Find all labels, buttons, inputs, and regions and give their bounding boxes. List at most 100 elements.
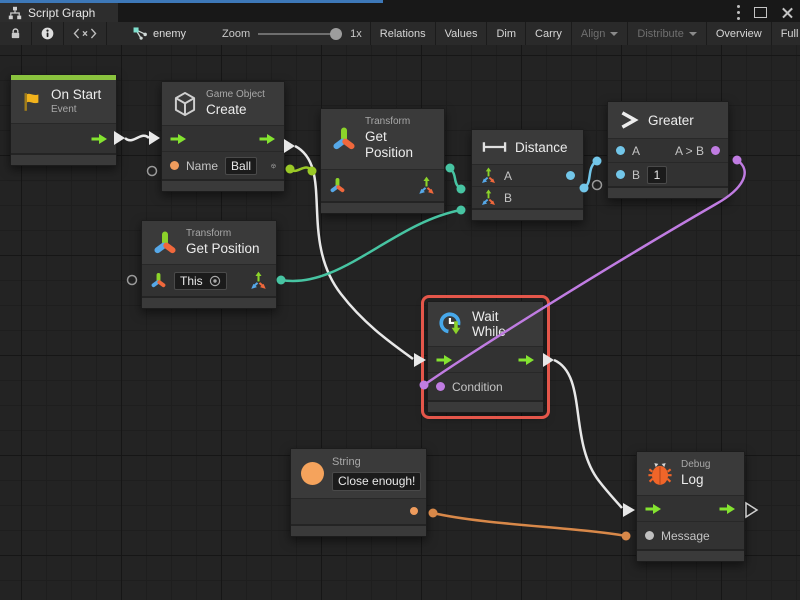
- greater-icon: [618, 109, 640, 131]
- node-greater[interactable]: Greater A A > B B 1: [607, 101, 729, 199]
- transform-icon: [152, 230, 178, 256]
- node-footer: [11, 153, 116, 165]
- transform-input-port-icon[interactable]: [329, 177, 346, 194]
- window-menu-icon[interactable]: [737, 11, 740, 14]
- wire-waitwhile-to-log[interactable]: [543, 353, 635, 517]
- maximize-icon[interactable]: [754, 7, 767, 18]
- unconnected-ring-greater-b: [593, 181, 602, 190]
- float-input-port[interactable]: [616, 146, 625, 155]
- zoom-slider[interactable]: [258, 33, 342, 35]
- zoom-control: Zoom 1x: [214, 22, 370, 45]
- float-input-port[interactable]: [616, 170, 625, 179]
- node-string[interactable]: String Close enough!: [290, 448, 427, 537]
- flow-out-port[interactable]: [719, 503, 736, 515]
- wire-getpositiontop-to-distance-a[interactable]: [446, 164, 466, 194]
- output-port-row: [291, 498, 426, 524]
- string-input-port[interactable]: [170, 161, 179, 170]
- node-header: Transform Get Position: [321, 109, 444, 169]
- b-value-field[interactable]: 1: [647, 166, 667, 184]
- tab-bar: Script Graph: [0, 0, 800, 22]
- flow-port-row: [637, 495, 744, 521]
- carry-button[interactable]: Carry: [526, 22, 572, 45]
- node-on-start[interactable]: On Start Event: [10, 74, 117, 166]
- string-value-field[interactable]: Close enough!: [332, 472, 421, 491]
- flow-port-row: [428, 346, 543, 372]
- code-preview-button[interactable]: [64, 22, 107, 45]
- float-output-port[interactable]: [566, 171, 575, 180]
- fullscreen-button[interactable]: Full Screen: [772, 22, 800, 45]
- distance-icon: [482, 140, 507, 154]
- script-graph-window: Script Graph enemy Zoom 1x: [0, 0, 800, 600]
- flow-out-port[interactable]: [518, 354, 535, 366]
- tab-script-graph[interactable]: Script Graph: [0, 3, 118, 22]
- vector3-output-port-icon[interactable]: [417, 176, 436, 195]
- code-icon: [73, 28, 97, 39]
- node-create[interactable]: Game Object Create Name Ball: [161, 81, 285, 192]
- node-footer: [291, 524, 426, 536]
- inspect-button[interactable]: [32, 22, 64, 45]
- target-field[interactable]: This: [174, 272, 227, 290]
- dim-button[interactable]: Dim: [487, 22, 526, 45]
- graph-breadcrumb[interactable]: enemy: [123, 22, 196, 45]
- node-wait-while[interactable]: Wait While Condition: [427, 301, 544, 413]
- node-log[interactable]: Debug Log Message: [636, 451, 745, 562]
- node-header: Distance: [472, 130, 583, 164]
- flow-in-port[interactable]: [645, 503, 662, 515]
- flow-out-port[interactable]: [259, 133, 276, 145]
- wire-onstart-to-create[interactable]: [114, 131, 160, 145]
- bool-output-port[interactable]: [711, 146, 720, 155]
- gameobject-output-port-icon[interactable]: [271, 158, 276, 174]
- node-category: Debug: [681, 459, 710, 472]
- flow-in-port[interactable]: [436, 354, 453, 366]
- vector3-input-port-icon[interactable]: [480, 189, 497, 206]
- unconnected-ring-getposition-target: [128, 276, 137, 285]
- node-header: On Start Event: [11, 80, 116, 123]
- name-value-field[interactable]: Ball: [225, 157, 257, 175]
- port-label: Condition: [452, 380, 503, 394]
- flow-in-port[interactable]: [170, 133, 187, 145]
- node-footer: [608, 186, 728, 198]
- chevron-down-icon: [610, 32, 618, 36]
- node-title: Greater: [648, 113, 694, 128]
- distribute-dropdown[interactable]: Distribute: [628, 22, 706, 45]
- string-output-port[interactable]: [410, 507, 418, 515]
- node-distance[interactable]: Distance A B: [471, 129, 584, 221]
- wire-string-to-log-message[interactable]: [429, 509, 631, 541]
- vector3-output-port-icon[interactable]: [249, 271, 268, 290]
- node-footer: [142, 296, 276, 308]
- message-port-row: Message: [637, 521, 744, 549]
- output-label: A > B: [675, 144, 704, 158]
- node-header: Greater: [608, 102, 728, 138]
- graph-canvas[interactable]: On Start Event Game Object Create: [0, 45, 800, 600]
- node-get-position-top[interactable]: Transform Get Position: [320, 108, 445, 214]
- values-button[interactable]: Values: [436, 22, 488, 45]
- node-category: Game Object: [206, 89, 265, 102]
- node-get-position-bottom[interactable]: Transform Get Position This: [141, 220, 277, 309]
- name-port-row: Name Ball: [162, 151, 284, 179]
- node-footer: [428, 400, 543, 412]
- lock-button[interactable]: [0, 22, 32, 45]
- zoom-slider-handle[interactable]: [330, 28, 342, 40]
- wire-create-to-getposition[interactable]: [286, 165, 317, 176]
- flow-out-port[interactable]: [91, 133, 108, 145]
- hierarchy-icon: [8, 6, 22, 20]
- flag-icon: [21, 91, 43, 113]
- node-footer: [321, 201, 444, 213]
- zoom-value: 1x: [350, 28, 362, 40]
- port-row: This: [142, 264, 276, 296]
- graph-icon: [133, 27, 148, 40]
- unconnected-ring-create-name: [148, 167, 157, 176]
- vector3-input-port-icon[interactable]: [480, 167, 497, 184]
- align-dropdown[interactable]: Align: [572, 22, 628, 45]
- transform-input-port-icon[interactable]: [150, 272, 167, 289]
- relations-button[interactable]: Relations: [371, 22, 436, 45]
- object-picker-icon[interactable]: [209, 275, 221, 287]
- wire-getpositionbottom-to-distance-b[interactable]: [277, 206, 466, 285]
- bool-input-port[interactable]: [436, 382, 445, 391]
- window-controls: [737, 3, 794, 21]
- input-b-row: B: [472, 186, 583, 208]
- object-input-port[interactable]: [645, 531, 654, 540]
- overview-button[interactable]: Overview: [707, 22, 772, 45]
- close-icon[interactable]: [781, 6, 794, 19]
- port-row: [321, 169, 444, 201]
